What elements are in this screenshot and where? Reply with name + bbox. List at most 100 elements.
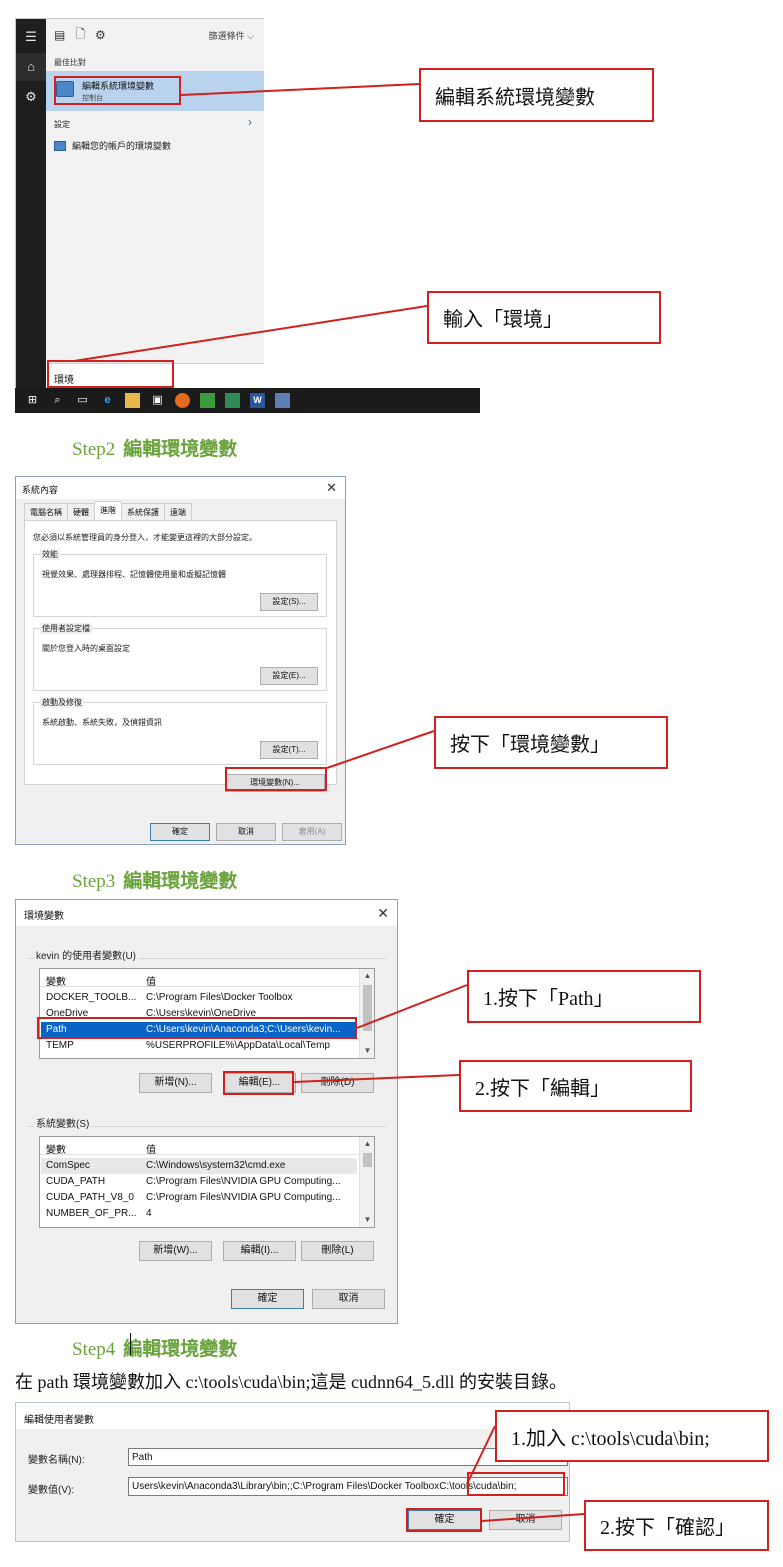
highlight-path-row	[37, 1017, 357, 1039]
search-icon[interactable]: ⌕	[50, 393, 65, 408]
step2-number: Step2	[72, 439, 116, 460]
apps-icon[interactable]: ▤	[54, 28, 65, 42]
system-delete-button[interactable]: 刪除(L)	[301, 1241, 374, 1261]
system-new-button[interactable]: 新增(W)...	[139, 1241, 212, 1261]
account-env-label: 編輯您的帳戶的環境變數	[72, 141, 172, 151]
tab-advanced[interactable]: 進階	[94, 501, 122, 521]
highlight-search	[47, 360, 174, 388]
profile-settings-button[interactable]: 設定(E)...	[260, 667, 318, 685]
notes-icon[interactable]	[225, 393, 240, 408]
table-row[interactable]: NUMBER_OF_PR... 4	[41, 1206, 357, 1222]
system-edit-button[interactable]: 編輯(I)...	[223, 1241, 296, 1261]
var-name: CUDA_PATH	[46, 1176, 106, 1187]
environment-variables-dialog: 環境變數 ✕ kevin 的使用者變數(U) 變數 值 DOCKER_TOOLB…	[15, 899, 398, 1324]
user-new-button[interactable]: 新增(N)...	[139, 1073, 212, 1093]
scroll-thumb[interactable]	[363, 985, 372, 1031]
var-value: %USERPROFILE%\AppData\Local\Temp	[146, 1040, 330, 1051]
user-vars-header: 變數 值	[40, 969, 374, 988]
step3-title: 編輯環境變數	[123, 871, 238, 892]
app-green-icon[interactable]	[200, 393, 215, 408]
table-row[interactable]: ComSpec C:\Windows\system32\cmd.exe	[41, 1158, 357, 1174]
highlight-edit-button	[223, 1071, 294, 1095]
col-variable: 變數	[46, 977, 66, 988]
best-match-label: 最佳比對	[54, 58, 86, 67]
system-vars-list[interactable]: 變數 值 ComSpec C:\Windows\system32\cmd.exe…	[39, 1136, 375, 1228]
scroll-up-icon[interactable]: ▲	[360, 969, 375, 983]
var-name: TEMP	[46, 1040, 74, 1051]
firefox-icon[interactable]	[175, 393, 190, 408]
startup-label: 啟動及修復	[40, 697, 84, 708]
edge-icon[interactable]: e	[100, 393, 115, 408]
performance-label: 效能	[40, 549, 60, 560]
var-name: CUDA_PATH_V8_0	[46, 1192, 134, 1203]
home-icon[interactable]: ⌂	[16, 53, 46, 81]
col-value: 值	[146, 1145, 156, 1156]
var-value: 4	[146, 1208, 152, 1219]
highlight-added-value	[467, 1472, 565, 1496]
table-row[interactable]: TEMP %USERPROFILE%\AppData\Local\Temp	[41, 1038, 357, 1054]
cancel-button[interactable]: 取消	[312, 1289, 385, 1309]
account-env-result[interactable]: 編輯您的帳戶的環境變數	[54, 139, 171, 152]
callout-press-env: 按下「環境變數」	[434, 716, 668, 769]
step3-heading: Step3 編輯環境變數	[72, 866, 237, 893]
profile-label: 使用者設定檔	[40, 623, 92, 634]
gear-icon[interactable]: ⚙	[16, 83, 46, 111]
callout-press-path: 1.按下「Path」	[467, 970, 701, 1023]
apply-button[interactable]: 套用(A)	[282, 823, 342, 841]
taskbar: ⊞ ⌕ ▭ e ▣ W	[15, 388, 480, 413]
ok-button[interactable]: 確定	[231, 1289, 304, 1309]
document-icon[interactable]: 🗋	[75, 25, 85, 46]
var-name: ComSpec	[46, 1160, 90, 1171]
store-icon[interactable]: ▣	[150, 393, 165, 408]
start-results: ▤ 🗋 ⚙ 篩選條件 ⌵ 最佳比對 編輯系統環境變數 控制台 設定 › 編輯您的…	[46, 19, 264, 389]
var-name: DOCKER_TOOLB...	[46, 992, 137, 1003]
step4-heading: Step4 編輯環境變數	[72, 1334, 237, 1361]
scroll-down-icon[interactable]: ▼	[360, 1213, 375, 1227]
cancel-button[interactable]: 取消	[489, 1510, 562, 1530]
var-value: C:\Program Files\Docker Toolbox	[146, 992, 293, 1003]
performance-group: 效能 視覺效果、處理器排程、記憶體使用量和虛擬記憶體 設定(S)...	[33, 549, 327, 617]
advanced-pane: 您必須以系統管理員的身分登入，才能變更這裡的大部分設定。 效能 視覺效果、處理器…	[24, 520, 337, 792]
callout-edit-system-env: 編輯系統環境變數	[419, 68, 654, 122]
step2-heading: Step2 編輯環境變數	[72, 434, 237, 461]
cancel-button[interactable]: 取消	[216, 823, 276, 841]
table-row[interactable]: CUDA_PATH_V8_0 C:\Program Files\NVIDIA G…	[41, 1190, 357, 1206]
table-row[interactable]: CUDA_PATH C:\Program Files\NVIDIA GPU Co…	[41, 1174, 357, 1190]
settings-icon[interactable]: ⚙	[95, 28, 106, 42]
file-explorer-icon[interactable]	[125, 393, 140, 408]
ok-button[interactable]: 確定	[150, 823, 210, 841]
performance-desc: 視覺效果、處理器排程、記憶體使用量和虛擬記憶體	[42, 570, 226, 579]
highlight-ok-button	[406, 1508, 482, 1532]
filter-dropdown[interactable]: 篩選條件 ⌵	[209, 29, 254, 42]
performance-settings-button[interactable]: 設定(S)...	[260, 593, 318, 611]
user-vars-list[interactable]: 變數 值 DOCKER_TOOLB... C:\Program Files\Do…	[39, 968, 375, 1059]
scroll-down-icon[interactable]: ▼	[360, 1044, 375, 1058]
var-value: C:\Program Files\NVIDIA GPU Computing...	[146, 1192, 341, 1203]
app-blue-icon[interactable]	[275, 393, 290, 408]
text-cursor	[130, 1333, 131, 1355]
close-icon[interactable]: ✕	[377, 905, 389, 922]
highlight-best-match	[54, 76, 181, 105]
scrollbar[interactable]: ▲ ▼	[359, 1137, 374, 1227]
user-delete-button[interactable]: 刪除(D)	[301, 1073, 374, 1093]
var-value: C:\Windows\system32\cmd.exe	[146, 1160, 286, 1171]
callout-add-path: 1.加入 c:\tools\cuda\bin;	[495, 1410, 769, 1462]
startup-settings-button[interactable]: 設定(T)...	[260, 741, 318, 759]
chevron-right-icon[interactable]: ›	[248, 115, 252, 129]
step4-title: 編輯環境變數	[123, 1339, 238, 1360]
word-icon[interactable]: W	[250, 393, 265, 408]
table-row[interactable]: DOCKER_TOOLB... C:\Program Files\Docker …	[41, 990, 357, 1006]
scrollbar[interactable]: ▲ ▼	[359, 969, 374, 1058]
profile-group: 使用者設定檔 關於您登入時的桌面設定 設定(E)...	[33, 623, 327, 691]
system-vars-header: 變數 值	[40, 1137, 374, 1156]
callout-press-edit: 2.按下「編輯」	[459, 1060, 692, 1112]
hamburger-icon[interactable]: ☰	[16, 23, 46, 51]
step2-title: 編輯環境變數	[123, 439, 238, 460]
scroll-up-icon[interactable]: ▲	[360, 1137, 375, 1151]
close-icon[interactable]: ✕	[326, 480, 337, 496]
scroll-thumb[interactable]	[363, 1153, 372, 1167]
step4-caption: 在 path 環境變數加入 c:\tools\cuda\bin;這是 cudnn…	[15, 1372, 567, 1392]
profile-desc: 關於您登入時的桌面設定	[42, 644, 130, 653]
windows-start-icon[interactable]: ⊞	[25, 393, 40, 408]
task-view-icon[interactable]: ▭	[75, 393, 90, 408]
